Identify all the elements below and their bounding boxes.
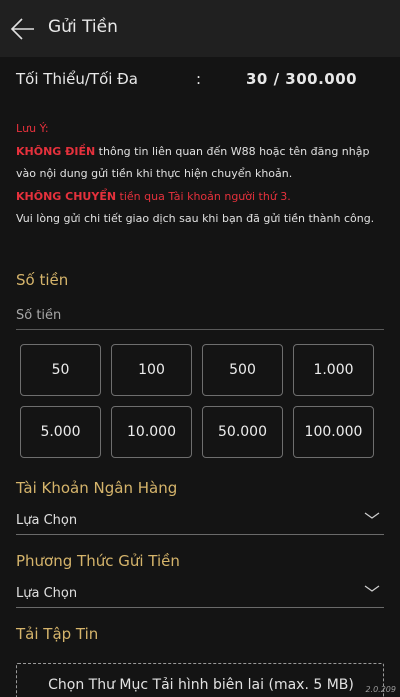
header-bar: Gửi Tiền — [0, 0, 400, 57]
quick-amount-button[interactable]: 50 — [20, 344, 101, 396]
app-version: 2.0.209 — [365, 685, 396, 694]
limits-value: 30 / 300.000 — [246, 70, 358, 88]
quick-amount-button[interactable]: 100.000 — [293, 406, 374, 458]
deposit-notice: Lưu Ý: KHÔNG ĐIỀN thông tin liên quan đế… — [16, 118, 390, 231]
quick-amount-button[interactable]: 500 — [202, 344, 283, 396]
quick-amount-button[interactable]: 10.000 — [111, 406, 192, 458]
quick-amount-button[interactable]: 1.000 — [293, 344, 374, 396]
upload-button-label: Chọn Thư Mục Tải hình biên lai (max. 5 M… — [48, 677, 354, 693]
bank-account-label: Tài Khoản Ngân Hàng — [16, 479, 178, 497]
amount-label: Số tiền — [16, 271, 69, 289]
amount-input[interactable] — [16, 302, 384, 328]
notice-line-1-strong: KHÔNG ĐIỀN — [16, 144, 96, 158]
notice-heading: Lưu Ý: — [16, 122, 49, 135]
amount-field — [16, 302, 384, 330]
chevron-down-icon — [364, 512, 380, 519]
bank-account-selected: Lựa Chọn — [16, 513, 78, 528]
deposit-method-selected: Lựa Chọn — [16, 586, 78, 601]
deposit-limits: Tối Thiểu/Tối Đa : 30 / 300.000 — [16, 70, 386, 90]
notice-line-3: Vui lòng gửi chi tiết giao dịch sau khi … — [16, 212, 375, 225]
quick-amount-grid: 50 100 500 1.000 5.000 10.000 50.000 100… — [20, 344, 374, 460]
chevron-down-icon — [364, 585, 380, 592]
quick-amount-button[interactable]: 50.000 — [202, 406, 283, 458]
limits-label: Tối Thiểu/Tối Đa — [16, 70, 138, 88]
notice-line-1: KHÔNG ĐIỀN thông tin liên quan đến W88 h… — [16, 141, 390, 186]
upload-label: Tải Tập Tin — [16, 625, 99, 643]
back-button[interactable] — [10, 16, 36, 42]
arrow-left-icon — [10, 18, 34, 40]
upload-receipt-button[interactable]: Chọn Thư Mục Tải hình biên lai (max. 5 M… — [16, 663, 384, 697]
deposit-method-select[interactable]: Lựa Chọn — [16, 578, 384, 608]
limits-separator: : — [196, 70, 202, 88]
bank-account-select[interactable]: Lựa Chọn — [16, 505, 384, 535]
notice-line-2-text: tiền qua Tài khoản người thứ 3. — [116, 189, 291, 203]
notice-line-2: KHÔNG CHUYỂN tiền qua Tài khoản người th… — [16, 186, 390, 209]
quick-amount-button[interactable]: 5.000 — [20, 406, 101, 458]
quick-amount-button[interactable]: 100 — [111, 344, 192, 396]
deposit-method-label: Phương Thức Gửi Tiền — [16, 552, 180, 570]
notice-line-2-strong: KHÔNG CHUYỂN — [16, 189, 117, 203]
page-title: Gửi Tiền — [48, 17, 118, 37]
